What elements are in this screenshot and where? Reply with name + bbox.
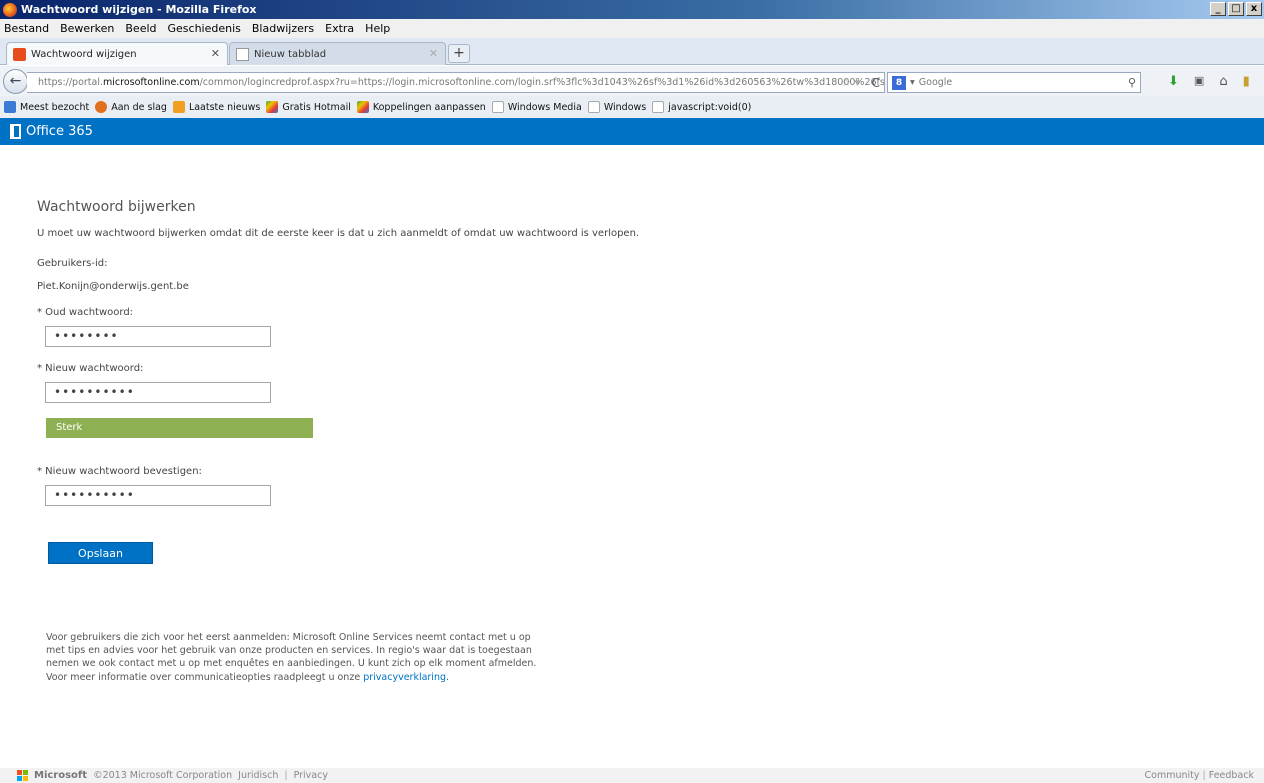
old-password-field[interactable]: ••••••••	[45, 326, 271, 347]
close-window-button[interactable]: x	[1246, 2, 1262, 16]
google-search-engine-icon[interactable]: 8	[892, 75, 906, 90]
microsoft-logo-icon	[17, 770, 28, 781]
tab-wachtwoord-wijzigen[interactable]: Wachtwoord wijzigen ✕	[6, 42, 228, 65]
firefox-icon	[95, 101, 108, 113]
search-bar[interactable]: 8 ▾ Google ⚲	[887, 72, 1141, 93]
firefox-logo-icon	[3, 2, 17, 17]
reload-icon[interactable]: C	[872, 76, 880, 90]
footer-separator: |	[1202, 770, 1206, 781]
tab-label: Wachtwoord wijzigen	[31, 48, 137, 60]
new-tab-button[interactable]: +	[448, 44, 470, 63]
engine-dropdown-icon[interactable]: ▾	[910, 77, 915, 88]
privacy-link[interactable]: Privacy	[294, 770, 328, 781]
bookmarks-bar: Meest bezocht Aan de slag Laatste nieuws…	[0, 96, 1264, 118]
youtube-icon[interactable]: ▣	[1194, 74, 1204, 89]
window-title-bar: Wachtwoord wijzigen - Mozilla Firefox _ …	[0, 0, 1264, 19]
privacy-statement-link[interactable]: privacyverklaring	[363, 672, 446, 683]
bookmark-label: Gratis Hotmail	[282, 101, 351, 113]
tab-nieuw-tabblad[interactable]: Nieuw tabblad ✕	[229, 42, 446, 65]
search-placeholder: Google	[918, 77, 953, 88]
bookmark-koppelingen-aanpassen[interactable]: Koppelingen aanpassen	[356, 101, 486, 113]
page-title: Wachtwoord bijwerken	[37, 199, 196, 215]
menu-beeld[interactable]: Beeld	[125, 22, 156, 35]
user-id-value: Piet.Konijn@onderwijs.gent.be	[37, 281, 189, 292]
bookmark-label: Laatste nieuws	[188, 101, 261, 113]
msn-butterfly-icon	[356, 101, 369, 113]
window-controls: _ □ x	[1210, 2, 1262, 16]
navigation-bar: ← https://portal. microsoftonline.com/com…	[0, 66, 1264, 96]
menu-extra[interactable]: Extra	[325, 22, 354, 35]
password-strength-indicator: Sterk	[46, 418, 313, 438]
office365-brand[interactable]: Office 365	[26, 124, 93, 139]
rss-icon	[172, 101, 185, 113]
intro-text: U moet uw wachtwoord bijwerken omdat dit…	[37, 228, 640, 239]
office-logo-icon	[10, 124, 21, 139]
bookmark-label: Windows	[603, 101, 647, 113]
menu-bestand[interactable]: Bestand	[4, 22, 49, 35]
feedback-link[interactable]: Feedback	[1209, 770, 1254, 781]
maximize-button[interactable]: □	[1228, 2, 1244, 16]
tab-label: Nieuw tabblad	[254, 48, 327, 60]
bookmark-laatste-nieuws[interactable]: Laatste nieuws	[172, 101, 261, 113]
microsoft-footer-brand: Microsoft ©2013 Microsoft Corporation Ju…	[17, 770, 328, 781]
close-tab-icon[interactable]: ✕	[429, 47, 438, 60]
old-password-label: * Oud wachtwoord:	[37, 307, 134, 318]
user-id-label: Gebruikers-id:	[37, 258, 108, 269]
bookmark-star-icon[interactable]: ☆ ▾	[841, 76, 860, 89]
microsoft-brand: Microsoft	[34, 770, 88, 781]
download-icon[interactable]: ⬇	[1168, 74, 1179, 89]
save-button[interactable]: Opslaan	[48, 542, 153, 564]
notice-end: .	[446, 671, 450, 683]
bookmarks-icon[interactable]: ▮	[1243, 74, 1250, 89]
community-link[interactable]: Community	[1145, 770, 1200, 781]
url-bar[interactable]: https://portal. microsoftonline.com/commo…	[27, 72, 885, 93]
notice-text: Voor gebruikers die zich voor het eerst …	[46, 632, 537, 683]
bookmark-label: javascript:void(0)	[668, 101, 752, 113]
confirm-password-label: * Nieuw wachtwoord bevestigen:	[37, 466, 202, 477]
menu-bladwijzers[interactable]: Bladwijzers	[252, 22, 314, 35]
menu-help[interactable]: Help	[365, 22, 390, 35]
communication-notice: Voor gebruikers die zich voor het eerst …	[46, 631, 546, 684]
tab-strip: Wachtwoord wijzigen ✕ Nieuw tabblad ✕ +	[0, 38, 1264, 65]
office365-header: Office 365	[0, 118, 1264, 145]
home-icon[interactable]: ⌂	[1219, 74, 1227, 89]
page-icon	[587, 101, 600, 113]
page-footer: Microsoft ©2013 Microsoft Corporation Ju…	[0, 768, 1264, 783]
bookmark-meest-bezocht[interactable]: Meest bezocht	[4, 101, 89, 113]
page-icon	[652, 101, 665, 113]
url-path: /common/logincredprof.aspx?ru=https://lo…	[199, 77, 885, 88]
new-password-label: * Nieuw wachtwoord:	[37, 363, 144, 374]
blank-page-icon	[236, 47, 249, 61]
bookmark-label: Koppelingen aanpassen	[372, 101, 486, 113]
minimize-button[interactable]: _	[1210, 2, 1226, 16]
new-password-field[interactable]: ••••••••••	[45, 382, 271, 403]
bookmark-folder-icon	[4, 101, 16, 113]
window-title: Wachtwoord wijzigen - Mozilla Firefox	[21, 3, 257, 16]
menu-geschiedenis[interactable]: Geschiedenis	[168, 22, 241, 35]
bookmark-label: Aan de slag	[111, 101, 167, 113]
footer-right-links: Community | Feedback	[1145, 770, 1255, 781]
footer-separator: |	[284, 770, 288, 781]
bookmark-aan-de-slag[interactable]: Aan de slag	[95, 101, 167, 113]
bookmark-label: Meest bezocht	[20, 101, 90, 113]
toolbar-icons: ⬇ ▣ ⌂ ▮	[1168, 74, 1250, 89]
bookmark-windows[interactable]: Windows	[587, 101, 647, 113]
office-favicon-icon	[13, 47, 26, 61]
url-host: microsoftonline.com	[103, 77, 200, 88]
menu-bar: Bestand Bewerken Beeld Geschiedenis Blad…	[0, 19, 1264, 38]
menu-bewerken[interactable]: Bewerken	[60, 22, 114, 35]
bookmark-label: Windows Media	[507, 101, 582, 113]
juridisch-link[interactable]: Juridisch	[238, 770, 278, 781]
back-button[interactable]: ←	[3, 69, 28, 94]
bookmark-windows-media[interactable]: Windows Media	[491, 101, 582, 113]
url-prefix: https://portal.	[38, 77, 104, 88]
bookmark-gratis-hotmail[interactable]: Gratis Hotmail	[266, 101, 351, 113]
msn-butterfly-icon	[266, 101, 279, 113]
confirm-password-field[interactable]: ••••••••••	[45, 485, 271, 506]
copyright-text: ©2013 Microsoft Corporation	[93, 770, 233, 781]
page-icon	[491, 101, 504, 113]
close-tab-icon[interactable]: ✕	[211, 47, 220, 60]
bookmark-javascript-void[interactable]: javascript:void(0)	[652, 101, 751, 113]
search-icon[interactable]: ⚲	[1128, 76, 1136, 89]
